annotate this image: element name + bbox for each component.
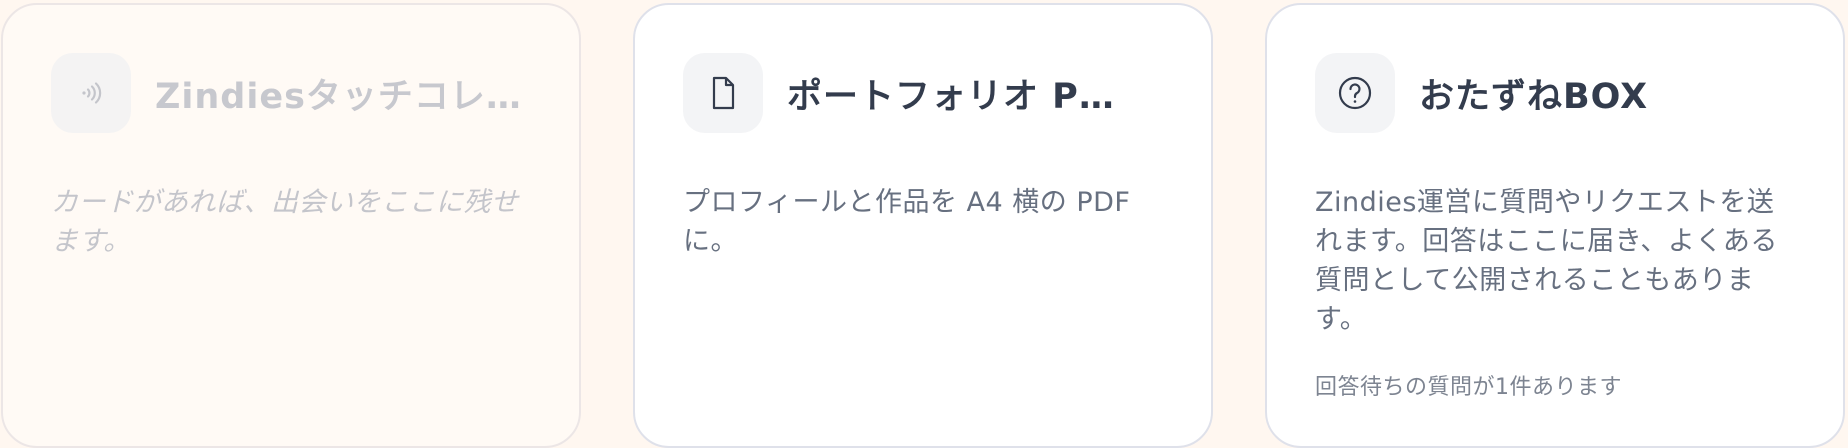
- touch-collection-card: Zindiesタッチコレク… カードがあれば、出会いをここに残せます。: [1, 3, 581, 448]
- card-description: カードがあれば、出会いをここに残せます。: [51, 187, 519, 257]
- card-description: Zindies運営に質問やリクエストを送れます。回答はここに届き、よくある質問と…: [1315, 187, 1778, 335]
- card-header: おたずねBOX: [1315, 53, 1795, 133]
- card-header: ポートフォリオ P…: [683, 53, 1163, 133]
- card-header: Zindiesタッチコレク…: [51, 53, 531, 133]
- nfc-icon: [82, 82, 102, 104]
- card-title: ポートフォリオ P…: [787, 76, 1115, 117]
- question-circle-icon: [1338, 76, 1372, 110]
- pending-question-status: 回答待ちの質問が1件あります: [1315, 375, 1622, 400]
- card-title: おたずねBOX: [1419, 76, 1649, 117]
- card-title: Zindiesタッチコレク…: [155, 76, 530, 117]
- icon-container: [51, 53, 131, 133]
- icon-container: [683, 53, 763, 133]
- portfolio-pdf-card[interactable]: ポートフォリオ P… プロフィールと作品を A4 横の PDF に。: [633, 3, 1213, 448]
- icon-container: [1315, 53, 1395, 133]
- document-icon: [712, 76, 735, 110]
- question-box-card[interactable]: おたずねBOX Zindies運営に質問やリクエストを送れます。回答はここに届き…: [1265, 3, 1845, 448]
- card-description: プロフィールと作品を A4 横の PDF に。: [683, 187, 1131, 257]
